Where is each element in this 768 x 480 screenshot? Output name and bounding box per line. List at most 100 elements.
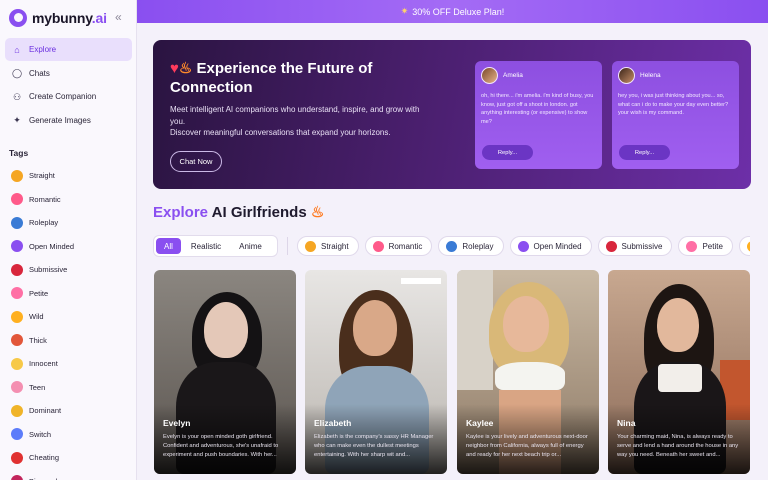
tag-label: Petite: [29, 288, 49, 298]
tag-emoji-icon: [11, 428, 23, 441]
tag-list: Straight Romantic Roleplay Open Minded Submi…: [5, 164, 132, 480]
companion-description: Kaylee is your lively and adventurous ne…: [466, 434, 588, 458]
nav-item-chats[interactable]: ◯ Chats: [5, 62, 132, 85]
divider: [287, 237, 288, 255]
chip-label: Petite: [702, 241, 723, 251]
tag-item[interactable]: Roleplay: [5, 211, 132, 235]
tag-emoji-icon: [11, 334, 23, 347]
nav-item-label: Create Companion: [29, 92, 97, 101]
tag-chip[interactable]: Open Minded: [509, 236, 592, 256]
tag-emoji-icon: [11, 263, 23, 276]
tag-emoji-icon: [686, 240, 698, 252]
companion-card[interactable]: Kaylee Kaylee is your lively and adventu…: [457, 270, 599, 474]
tag-emoji-icon: [11, 287, 23, 300]
tag-label: Submissive: [29, 265, 68, 275]
bunny-logo-icon: [9, 9, 27, 27]
tag-item[interactable]: Open Minded: [5, 235, 132, 259]
nav-item-create-companion[interactable]: ⚇ Create Companion: [5, 85, 132, 108]
tag-chip-row: Straight Romantic Roleplay Open Minded Submi…: [297, 236, 750, 256]
tag-chip[interactable]: Romantic: [364, 236, 433, 256]
tag-emoji-icon: [11, 381, 23, 394]
tag-item[interactable]: Submissive: [5, 258, 132, 282]
party-popper-icon: ✷: [400, 6, 409, 16]
filter-anime-button[interactable]: Anime: [231, 238, 270, 254]
tag-chip[interactable]: Petite: [678, 236, 733, 256]
tag-item[interactable]: Thick: [5, 329, 132, 353]
fire-icon: ♨: [178, 60, 193, 77]
tag-item[interactable]: Bisexual: [5, 470, 132, 480]
nav-item-label: Chats: [29, 68, 50, 78]
tag-emoji-icon: [605, 240, 617, 252]
section-title: Explore AI Girlfriends ♨: [153, 204, 325, 221]
tag-chip[interactable]: Straight: [297, 236, 359, 256]
tag-label: Straight: [29, 171, 55, 181]
tag-emoji-icon: [11, 193, 23, 206]
hero-title: ♥♨ Experience the Future of Connection: [170, 60, 373, 96]
collapse-sidebar-icon[interactable]: «: [115, 10, 122, 24]
companion-description: Your charming maid, Nina, is always read…: [617, 434, 739, 458]
companion-description: Evelyn is your open minded goth girlfrie…: [163, 434, 279, 458]
tag-label: Dominant: [29, 406, 62, 416]
sidebar: mybunny.ai « ⌂ Explore ◯ Chats ⚇ Create …: [0, 0, 137, 480]
companion-name: Elizabeth: [314, 418, 352, 428]
tag-chip[interactable]: Roleplay: [438, 236, 504, 256]
filter-realistic-button[interactable]: Realistic: [183, 238, 229, 254]
chip-label: Open Minded: [533, 241, 582, 251]
reply-button[interactable]: Reply...: [619, 145, 670, 160]
type-filter-segmented: All Realistic Anime: [153, 235, 278, 257]
tag-item[interactable]: Romantic: [5, 188, 132, 212]
nav-item-label: Generate Images: [29, 115, 91, 125]
tag-label: Innocent: [29, 359, 58, 369]
hero-description: Meet intelligent AI companions who under…: [170, 105, 420, 137]
tag-emoji-icon: [746, 240, 750, 252]
tag-item[interactable]: Innocent: [5, 352, 132, 376]
tag-emoji-icon: [11, 404, 23, 417]
chat-preview-card[interactable]: Helena hey you, i was just thinking abou…: [612, 61, 739, 169]
tag-emoji-icon: [11, 475, 23, 480]
chat-preview-card[interactable]: Amelia oh, hi there... i'm amelia. i'm k…: [475, 61, 602, 169]
nav-item-generate-images[interactable]: ✦ Generate Images: [5, 109, 132, 132]
tag-item[interactable]: Cheating: [5, 446, 132, 470]
tag-label: Thick: [29, 335, 47, 345]
companion-card[interactable]: Evelyn Evelyn is your open minded goth g…: [154, 270, 296, 474]
tag-item[interactable]: Wild: [5, 305, 132, 329]
tag-item[interactable]: Dominant: [5, 399, 132, 423]
companion-name: Nina: [617, 418, 636, 428]
brand-logo[interactable]: mybunny.ai: [9, 9, 107, 27]
chat-bubble-icon: ◯: [12, 68, 23, 78]
tag-emoji-icon: [446, 240, 458, 252]
reply-button[interactable]: Reply...: [482, 145, 533, 160]
main-nav: ⌂ Explore ◯ Chats ⚇ Create Companion ✦ G…: [5, 38, 132, 132]
avatar: [481, 67, 498, 84]
tag-label: Open Minded: [29, 241, 75, 251]
chat-name: Amelia: [503, 72, 523, 79]
add-user-icon: ⚇: [12, 91, 22, 102]
chip-label: Romantic: [388, 241, 423, 251]
tag-item[interactable]: Straight: [5, 164, 132, 188]
tag-item[interactable]: Switch: [5, 423, 132, 447]
tag-label: Roleplay: [29, 218, 59, 228]
promo-text: 30% OFF Deluxe Plan!: [412, 6, 505, 17]
brand-suffix: .ai: [91, 10, 107, 26]
sparkle-icon: ✦: [13, 115, 21, 125]
avatar: [618, 67, 635, 84]
tag-emoji-icon: [11, 357, 23, 370]
nav-item-explore[interactable]: ⌂ Explore: [5, 38, 132, 61]
tag-chip[interactable]: Submissive: [597, 236, 673, 256]
tag-chip[interactable]: [738, 236, 750, 256]
tag-item[interactable]: Petite: [5, 282, 132, 306]
tag-label: Cheating: [29, 453, 60, 463]
filter-all-button[interactable]: All: [156, 238, 181, 254]
tag-emoji-icon: [305, 240, 316, 252]
tag-label: Switch: [29, 429, 52, 439]
hero-banner: ♥♨ Experience the Future of Connection M…: [153, 40, 751, 189]
companion-card[interactable]: Nina Your charming maid, Nina, is always…: [608, 270, 750, 474]
promo-banner[interactable]: ✷ 30% OFF Deluxe Plan!: [137, 0, 768, 23]
home-icon: ⌂: [14, 44, 20, 55]
tag-emoji-icon: [11, 451, 23, 464]
companion-name: Kaylee: [466, 418, 494, 428]
tag-item[interactable]: Teen: [5, 376, 132, 400]
companion-card[interactable]: Elizabeth Elizabeth is the company's sas…: [305, 270, 447, 474]
tag-label: Wild: [29, 312, 44, 322]
chat-now-button[interactable]: Chat Now: [170, 151, 222, 172]
